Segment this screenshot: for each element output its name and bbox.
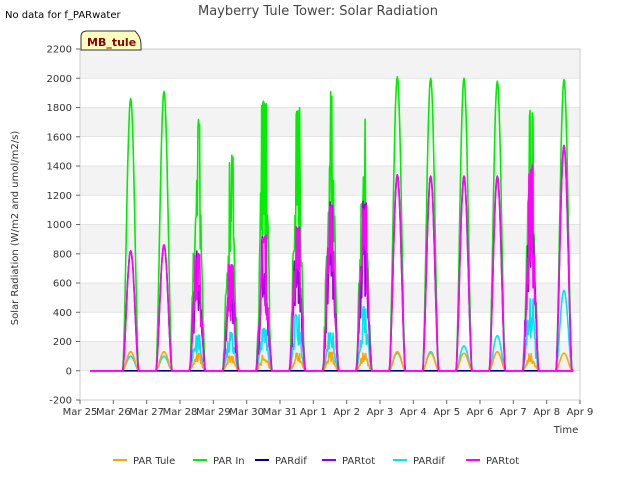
legend-label: PARdif	[413, 456, 445, 467]
legend-label: PARtot	[342, 456, 375, 467]
legend: PAR Tule PAR In PARdif PARtot PARdif PARtot	[113, 456, 519, 467]
no-data-note: No data for f_PARwater	[5, 10, 121, 21]
y-tick-label: 200	[53, 337, 72, 348]
background-band	[80, 49, 580, 79]
y-tick-label: 1800	[47, 103, 72, 114]
y-axis-title: Solar Radiation (W/m2 and umol/m2/s)	[10, 131, 21, 326]
x-tick-label: Mar 30	[229, 407, 264, 418]
y-tick-label: 800	[53, 249, 72, 260]
x-tick-label: Apr 3	[367, 407, 394, 418]
x-tick-label: Mar 26	[96, 407, 131, 418]
y-tick-label: 2000	[47, 74, 72, 85]
x-tick-label: Mar 25	[63, 407, 98, 418]
x-axis-title: Time	[553, 425, 578, 436]
y-tick-label: 1600	[47, 132, 72, 143]
x-tick-label: Mar 31	[263, 407, 298, 418]
legend-label: PAR Tule	[133, 456, 175, 467]
x-tick-label: Apr 2	[333, 407, 360, 418]
y-tick-label: 600	[53, 279, 72, 290]
x-tick-label: Apr 1	[300, 407, 327, 418]
x-tick-label: Apr 4	[400, 407, 427, 418]
x-tick-label: Apr 7	[500, 407, 527, 418]
y-tick-label: -200	[49, 396, 72, 407]
y-tick-label: 2200	[47, 45, 72, 56]
x-tick-label: Apr 9	[567, 407, 594, 418]
x-tick-label: Apr 5	[433, 407, 460, 418]
site-badge: MB_tule	[80, 30, 142, 51]
x-axis-ticks: Mar 25Mar 26Mar 27Mar 28Mar 29Mar 30Mar …	[63, 400, 594, 418]
legend-label: PARdif	[275, 456, 307, 467]
x-tick-label: Mar 27	[129, 407, 164, 418]
legend-label: PARtot	[486, 456, 519, 467]
legend-label: PAR In	[213, 456, 245, 467]
y-tick-label: 1000	[47, 220, 72, 231]
x-tick-label: Apr 8	[533, 407, 560, 418]
x-tick-label: Mar 29	[196, 407, 231, 418]
x-tick-label: Mar 28	[163, 407, 198, 418]
site-badge-label: MB_tule	[87, 36, 136, 49]
y-axis-ticks: -200 0 200 400 600 800 1000 1200 1400 1600 1800 200…	[47, 45, 80, 407]
solar-radiation-chart: -200 0 200 400 600 800 1000 1200 1400 1600 1800 200…	[5, 4, 594, 467]
background-band	[80, 283, 580, 313]
x-tick-label: Apr 6	[467, 407, 494, 418]
chart-title: Mayberry Tule Tower: Solar Radiation	[198, 4, 438, 19]
y-tick-label: 1200	[47, 191, 72, 202]
y-tick-label: 1400	[47, 162, 72, 173]
y-tick-label: 0	[66, 366, 72, 377]
background-band	[80, 370, 580, 400]
y-tick-label: 400	[53, 308, 72, 319]
